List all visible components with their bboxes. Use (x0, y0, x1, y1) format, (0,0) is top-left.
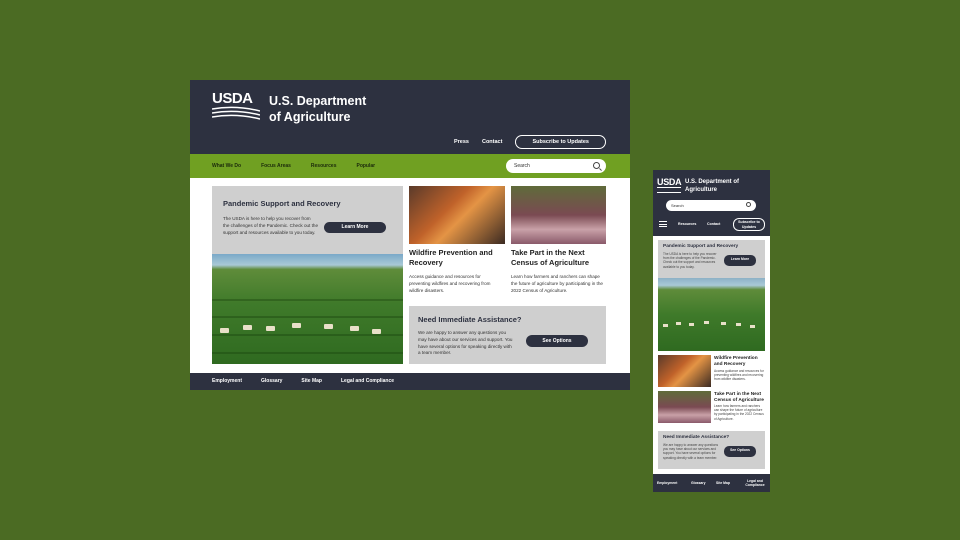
nav-item-what-we-do[interactable]: What We Do (212, 163, 241, 169)
mobile-census-title[interactable]: Take Part in the Next Census of Agricult… (714, 392, 766, 404)
site-footer: Employment Glossary Site Map Legal and C… (190, 373, 630, 390)
mobile-usda-logo[interactable]: USDA (657, 177, 682, 187)
mobile-wildfire-text: Access guidance and resources for preven… (714, 369, 764, 382)
desktop-mockup: USDA U.S. Department of Agriculture Pres… (190, 80, 630, 390)
footer-link-legal[interactable]: Legal and Compliance (341, 378, 394, 384)
pandemic-title: Pandemic Support and Recovery (223, 199, 341, 208)
subscribe-button[interactable]: Subscribe to Updates (515, 135, 606, 149)
nav-item-popular[interactable]: Popular (356, 163, 375, 169)
mobile-header: USDA U.S. Department of Agriculture Sear… (653, 170, 770, 236)
farm-field-image (212, 254, 403, 364)
footer-link-employment[interactable]: Employment (212, 378, 242, 384)
department-name: U.S. Department of Agriculture (269, 94, 367, 124)
utility-nav: Press Contact Subscribe to Updates (454, 135, 606, 149)
wildfire-text: Access guidance and resources for preven… (409, 274, 491, 293)
assistance-text: We are happy to answer any questions you… (418, 330, 513, 356)
wildfire-title[interactable]: Wildfire Prevention and Recovery (409, 248, 505, 268)
mobile-footer-glossary[interactable]: Glossary (691, 481, 706, 485)
usda-logo[interactable]: USDA (211, 90, 261, 122)
mobile-wildfire-image[interactable] (658, 355, 711, 387)
pandemic-card: Pandemic Support and Recovery The USDA i… (212, 186, 403, 254)
mobile-footer-legal[interactable]: Legal and Compliance (743, 479, 767, 487)
mobile-footer-employment[interactable]: Employment (657, 481, 677, 485)
mobile-contact-link[interactable]: Contact (707, 222, 720, 226)
logo-field-lines-icon (211, 106, 261, 120)
contact-link[interactable]: Contact (482, 139, 502, 145)
search-icon[interactable] (593, 162, 600, 169)
mobile-search-input[interactable]: Search (666, 200, 756, 211)
nav-item-focus-areas[interactable]: Focus Areas (261, 163, 291, 169)
mobile-wildfire-title[interactable]: Wildfire Prevention and Recovery (714, 356, 766, 368)
mobile-department-name: U.S. Department of Agriculture (685, 179, 740, 193)
assistance-title: Need Immediate Assistance? (418, 315, 522, 324)
mobile-census-image[interactable] (658, 391, 711, 423)
footer-link-glossary[interactable]: Glossary (261, 378, 282, 384)
wildfire-image[interactable] (409, 186, 505, 244)
mobile-search-icon[interactable] (746, 202, 751, 207)
logo-text: USDA (212, 90, 253, 107)
see-options-button[interactable]: See Options (526, 335, 588, 347)
search-input[interactable]: Search (506, 159, 606, 173)
census-title[interactable]: Take Part in the Next Census of Agricult… (511, 248, 606, 268)
press-link[interactable]: Press (454, 139, 469, 145)
site-header: USDA U.S. Department of Agriculture Pres… (190, 80, 630, 154)
mobile-subscribe-button[interactable]: Subscribe to Updates (733, 218, 765, 231)
mobile-farm-field-image (658, 278, 765, 351)
mobile-footer-site-map[interactable]: Site Map (716, 481, 730, 485)
search-placeholder: Search (514, 163, 530, 169)
census-text: Learn how farmers and ranchers can shape… (511, 274, 603, 293)
learn-more-button[interactable]: Learn More (324, 222, 386, 233)
mobile-learn-more-button[interactable]: Learn More (724, 255, 756, 266)
mobile-resources-link[interactable]: Resources (678, 222, 696, 226)
census-image[interactable] (511, 186, 606, 244)
main-nav: What We Do Focus Areas Resources Popular… (190, 154, 630, 178)
mobile-footer: Employment Glossary Site Map Legal and C… (653, 474, 770, 492)
pandemic-text: The USDA is here to help you recover fro… (223, 216, 318, 235)
mobile-pandemic-card: Pandemic Support and Recovery The USDA i… (658, 240, 765, 278)
mobile-mockup: USDA U.S. Department of Agriculture Sear… (653, 170, 770, 492)
mobile-census-text: Learn how farmers and ranchers can shape… (714, 404, 764, 421)
assistance-card: Need Immediate Assistance? We are happy … (409, 306, 606, 364)
mobile-see-options-button[interactable]: See Options (724, 446, 756, 457)
footer-link-site-map[interactable]: Site Map (301, 378, 322, 384)
mobile-assistance-card: Need Immediate Assistance? We are happy … (658, 431, 765, 469)
mobile-logo-lines-icon (657, 187, 681, 193)
nav-item-resources[interactable]: Resources (311, 163, 337, 169)
hamburger-menu-icon[interactable] (659, 221, 667, 227)
